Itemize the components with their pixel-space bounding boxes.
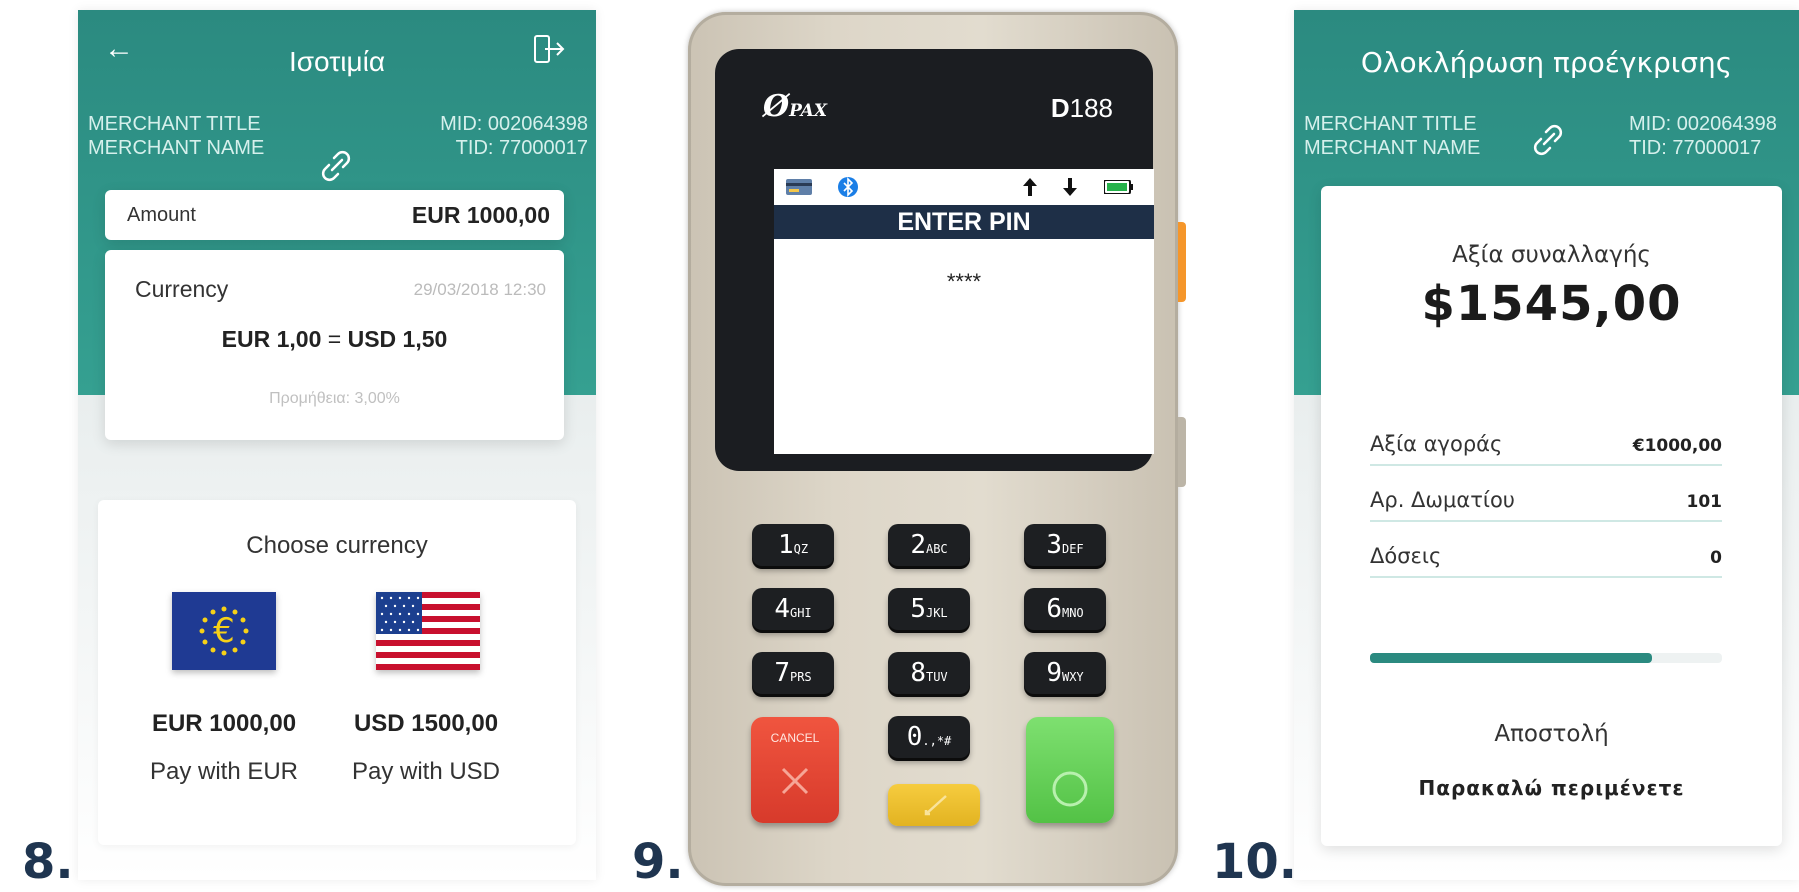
detail-value: €1000,00 — [1632, 436, 1722, 456]
currency-conversion-screen: ← Ισοτιμία MERCHANT TITLE MERCHANT NAME … — [78, 10, 596, 880]
merchant-name: MERCHANT NAME — [1304, 137, 1481, 159]
bluetooth-icon — [838, 177, 858, 197]
key-8[interactable]: 8TUV — [888, 652, 970, 694]
amount-card: Amount EUR 1000,00 — [105, 190, 564, 240]
enter-o-icon — [1052, 771, 1088, 807]
merchant-name: MERCHANT NAME — [88, 137, 265, 159]
mid-label: MID: 002064398 — [440, 113, 588, 135]
currency-card: Currency 29/03/2018 12:30 EUR 1,00 = USD… — [105, 250, 564, 440]
step-number-9: 9. — [632, 834, 684, 890]
transaction-value-amount: $1545,00 — [1421, 276, 1682, 332]
cancel-key[interactable]: CANCEL — [751, 717, 839, 823]
side-button-grey[interactable] — [1178, 417, 1186, 487]
pax-d188-terminal: ØPAX D188 ENTER PIN **** 1QZ 2ABC 3DEF 4… — [688, 12, 1186, 886]
progress-bar — [1370, 653, 1722, 663]
key-7[interactable]: 7PRS — [752, 652, 834, 694]
merchant-info: MERCHANT TITLE MERCHANT NAME — [88, 112, 264, 160]
terminal-ids: MID: 002064398 TID: 77000017 — [440, 112, 588, 160]
model-label: D188 — [1051, 93, 1113, 124]
cancel-key-label: CANCEL — [770, 731, 820, 745]
progress-fill — [1370, 653, 1652, 663]
sending-label: Αποστολή — [1494, 721, 1609, 747]
model-number: 188 — [1069, 93, 1113, 123]
model-prefix: D — [1050, 93, 1070, 123]
enter-key[interactable] — [1026, 717, 1114, 823]
detail-value: 0 — [1710, 548, 1722, 568]
status-bar — [774, 169, 1154, 205]
tid-label: TID: 77000017 — [1629, 137, 1762, 159]
step-number-8: 8. — [22, 834, 74, 890]
us-flag-icon[interactable] — [376, 592, 480, 670]
logout-icon[interactable] — [533, 34, 567, 64]
key-9[interactable]: 9WXY — [1024, 652, 1106, 694]
key-2[interactable]: 2ABC — [888, 524, 970, 566]
rate-to: USD 1,50 — [347, 326, 448, 352]
download-arrow-icon — [1063, 178, 1077, 196]
link-icon — [1533, 124, 1563, 156]
transaction-value-label: Αξία συναλλαγής — [1452, 242, 1651, 268]
preauth-completion-screen: Ολοκλήρωση προέγκρισης MERCHANT TITLE ME… — [1294, 10, 1799, 880]
terminal-ids: MID: 002064398 TID: 77000017 — [1629, 112, 1777, 160]
clear-arrow-icon — [924, 795, 947, 816]
page-title: Ολοκλήρωση προέγκρισης — [1360, 46, 1733, 79]
fee-label: Προμήθεια: 3,00% — [269, 390, 400, 407]
pin-mask: **** — [946, 269, 982, 294]
merchant-title: MERCHANT TITLE — [88, 113, 261, 135]
upload-arrow-icon — [1023, 178, 1037, 196]
detail-row: Δόσεις 0 — [1370, 542, 1722, 578]
detail-label: Δόσεις — [1370, 544, 1442, 568]
side-button-orange[interactable] — [1178, 222, 1186, 302]
detail-row: Αξία αγοράς €1000,00 — [1370, 430, 1722, 466]
please-wait-label: Παρακαλώ περιμένετε — [1418, 776, 1685, 800]
enter-pin-header: ENTER PIN — [774, 205, 1154, 239]
clear-key[interactable] — [888, 784, 980, 826]
rate-equals: = — [327, 326, 342, 352]
detail-label: Αρ. Δωματίου — [1370, 488, 1515, 512]
choose-currency-title: Choose currency — [246, 532, 428, 559]
choose-currency-card: Choose currency € EUR 1000,00 Pay with E… — [98, 500, 576, 845]
key-5[interactable]: 5JKL — [888, 588, 970, 630]
pay-with-eur-button[interactable]: Pay with EUR — [124, 758, 324, 786]
key-0[interactable]: 0.,*# — [888, 716, 970, 758]
brand-name: PAX — [789, 101, 828, 121]
detail-label: Αξία αγοράς — [1370, 432, 1503, 456]
svg-text:€: € — [213, 611, 235, 651]
merchant-info: MERCHANT TITLE MERCHANT NAME — [1304, 112, 1480, 160]
key-6[interactable]: 6MNO — [1024, 588, 1106, 630]
detail-row: Αρ. Δωματίου 101 — [1370, 486, 1722, 522]
transaction-card: Αξία συναλλαγής $1545,00 Αξία αγοράς €10… — [1321, 186, 1782, 846]
mid-label: MID: 002064398 — [1629, 113, 1777, 135]
cancel-x-icon — [781, 767, 809, 795]
pay-with-usd-button[interactable]: Pay with USD — [326, 758, 526, 786]
rate-from: EUR 1,00 — [221, 326, 322, 352]
screen-bezel: ØPAX D188 ENTER PIN **** — [715, 49, 1154, 471]
currency-date: 29/03/2018 12:30 — [413, 280, 546, 299]
pax-logo-mark: Ø — [763, 89, 790, 124]
amount-label: Amount — [127, 204, 196, 226]
terminal-display: ENTER PIN **** — [774, 169, 1154, 454]
currency-label: Currency — [135, 276, 229, 302]
tid-label: TID: 77000017 — [455, 137, 588, 159]
battery-icon — [1104, 180, 1133, 194]
key-4[interactable]: 4GHI — [752, 588, 834, 630]
detail-value: 101 — [1686, 492, 1723, 512]
pax-logo: ØPAX — [763, 89, 827, 124]
usd-amount[interactable]: USD 1500,00 — [326, 710, 526, 738]
eu-flag-icon[interactable]: € — [172, 592, 276, 670]
key-3[interactable]: 3DEF — [1024, 524, 1106, 566]
step-number-10: 10. — [1212, 834, 1298, 890]
merchant-title: MERCHANT TITLE — [1304, 113, 1477, 135]
page-title: Ισοτιμία — [288, 46, 386, 77]
eur-amount[interactable]: EUR 1000,00 — [124, 710, 324, 738]
link-icon — [321, 150, 351, 182]
amount-value: EUR 1000,00 — [411, 202, 550, 228]
exchange-rate: EUR 1,00 = USD 1,50 — [105, 326, 564, 353]
key-1[interactable]: 1QZ — [752, 524, 834, 566]
card-icon — [786, 179, 812, 195]
